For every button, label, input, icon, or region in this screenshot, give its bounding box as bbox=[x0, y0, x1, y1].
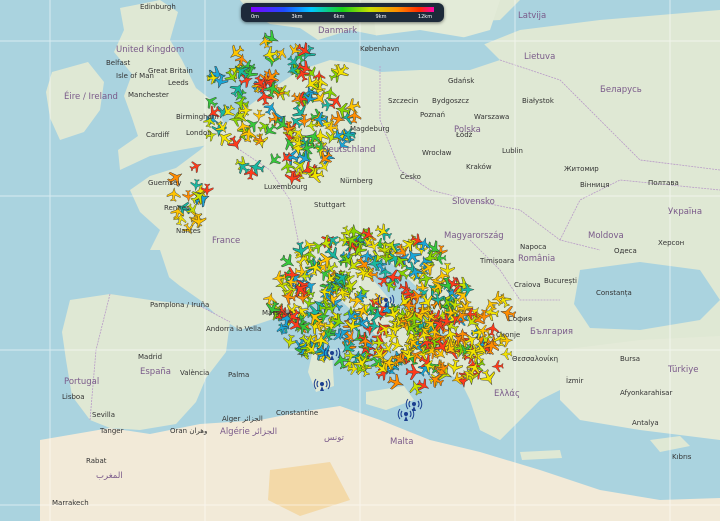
label-poltava: Полтава bbox=[648, 179, 679, 187]
label-deutschland: Deutschland bbox=[322, 145, 376, 155]
label-great-britain: Great Britain bbox=[148, 67, 193, 75]
label-warszawa: Warszawa bbox=[474, 113, 510, 121]
label-espana: España bbox=[140, 367, 171, 377]
label-wroclaw: Wrocław bbox=[422, 149, 452, 157]
legend-tick-2: 6km bbox=[333, 14, 345, 20]
label-lietuva: Lietuva bbox=[524, 52, 556, 62]
label-france: France bbox=[212, 236, 241, 246]
label-poznan: Poznań bbox=[420, 111, 446, 119]
label-lisboa: Lisboa bbox=[62, 393, 85, 401]
label-algerie: Algérie الجزائر bbox=[220, 427, 278, 437]
label-antalya: Antalya bbox=[632, 419, 659, 427]
label-london: London bbox=[186, 129, 212, 137]
label-rennes: Rennes bbox=[164, 204, 190, 212]
label-thessaloniki: Θεσσαλονίκη bbox=[512, 355, 559, 363]
label-craiova: Craiova bbox=[514, 281, 541, 289]
label-united-kingdom: United Kingdom bbox=[116, 45, 185, 55]
label-odesa: Одеса bbox=[614, 247, 637, 255]
label-slovensko: Slovensko bbox=[452, 197, 495, 207]
label-manchester: Manchester bbox=[128, 91, 169, 99]
label-portugal: Portugal bbox=[64, 377, 100, 387]
label-madrid: Madrid bbox=[138, 353, 163, 361]
label-izmir: İzmir bbox=[566, 377, 584, 385]
label-lublin: Lublin bbox=[502, 147, 523, 155]
label-belarus: Беларусь bbox=[600, 85, 642, 95]
label-cardiff: Cardiff bbox=[146, 131, 170, 139]
label-malta: Malta bbox=[390, 437, 414, 447]
label-kobenhavn: København bbox=[360, 45, 400, 53]
legend-tick-4: 12km bbox=[417, 14, 433, 20]
label-gdansk: Gdańsk bbox=[448, 77, 475, 85]
label-tanger: Tanger bbox=[100, 427, 124, 435]
label-denmark: Danmark bbox=[318, 26, 358, 36]
label-nantes: Nantes bbox=[176, 227, 201, 235]
label-romania: România bbox=[518, 254, 556, 264]
label-moldova: Moldova bbox=[588, 231, 624, 241]
label-napoca: Napoca bbox=[520, 243, 547, 251]
label-alger: Alger الجزائر bbox=[222, 415, 263, 423]
legend-tick-1: 3km bbox=[291, 14, 303, 20]
altitude-color-bar bbox=[251, 7, 434, 12]
label-sevilla: Sevilla bbox=[92, 411, 116, 419]
label-belfast: Belfast bbox=[106, 59, 131, 67]
label-marrakech: Marrakech bbox=[52, 499, 89, 507]
label-ukraina: Україна bbox=[668, 207, 703, 217]
label-turkiye: Türkiye bbox=[668, 365, 699, 375]
label-stuttgart: Stuttgart bbox=[314, 201, 346, 209]
label-valencia: València bbox=[180, 369, 210, 377]
label-ireland: Éire / Ireland bbox=[64, 92, 118, 102]
label-guernsey: Guernsey bbox=[148, 179, 182, 187]
label-skopje: Скопје bbox=[496, 331, 521, 339]
altitude-legend: 0m 3km 6km 9km 12km bbox=[241, 3, 444, 22]
legend-tick-0: 0m bbox=[250, 14, 260, 20]
label-birmingham: Birmingham bbox=[176, 113, 219, 121]
label-szczecin: Szczecin bbox=[388, 97, 419, 105]
label-pamplona: Pamplona / Iruña bbox=[150, 301, 210, 309]
label-leeds: Leeds bbox=[168, 79, 189, 87]
label-constantine: Constantine bbox=[276, 409, 319, 417]
label-bialystok: Białystok bbox=[522, 97, 554, 105]
label-oran: Oran وهران bbox=[170, 427, 208, 435]
label-kherson: Херсон bbox=[658, 239, 685, 247]
basemap bbox=[0, 0, 720, 521]
label-bydgoszcz: Bydgoszcz bbox=[432, 97, 469, 105]
label-maroc: المغرب bbox=[96, 471, 123, 481]
label-luxembourg: Luxembourg bbox=[264, 183, 308, 191]
label-marseille: Marseille bbox=[262, 309, 294, 317]
label-cesko: Česko bbox=[400, 173, 421, 181]
label-kibris: Kıbrıs bbox=[672, 453, 692, 461]
label-sofia: София bbox=[508, 315, 532, 323]
legend-tick-3: 9km bbox=[375, 14, 387, 20]
label-andorra: Andorra la Vella bbox=[206, 325, 262, 333]
label-bursa: Bursa bbox=[620, 355, 641, 363]
label-zhytomyr: Житомир bbox=[564, 165, 599, 173]
label-tunisie: تونس bbox=[324, 433, 344, 443]
label-magyarorszag: Magyarország bbox=[444, 231, 504, 241]
label-bulgaria: България bbox=[530, 327, 573, 337]
label-rabat: Rabat bbox=[86, 457, 107, 465]
label-palma: Palma bbox=[228, 371, 250, 379]
label-vinnytsia: Вінниця bbox=[580, 181, 610, 189]
label-timisoara: Timișoara bbox=[480, 257, 515, 265]
label-ellas: Ελλάς bbox=[494, 389, 521, 399]
label-magdeburg: Magdeburg bbox=[350, 125, 390, 133]
label-isle-of-man: Isle of Man bbox=[116, 72, 154, 80]
label-constanta: Constanța bbox=[596, 289, 632, 297]
label-edinburgh: Edinburgh bbox=[140, 3, 176, 11]
label-afyon: Afyonkarahisar bbox=[620, 389, 673, 397]
label-bucuresti: București bbox=[544, 277, 577, 285]
label-krakow: Kraków bbox=[466, 163, 492, 171]
map-canvas[interactable]: United Kingdom Éire / Ireland Great Brit… bbox=[0, 0, 720, 521]
label-nurnberg: Nürnberg bbox=[340, 177, 373, 185]
label-lodz: Łódź bbox=[456, 131, 473, 139]
label-latvija: Latvija bbox=[518, 11, 547, 21]
